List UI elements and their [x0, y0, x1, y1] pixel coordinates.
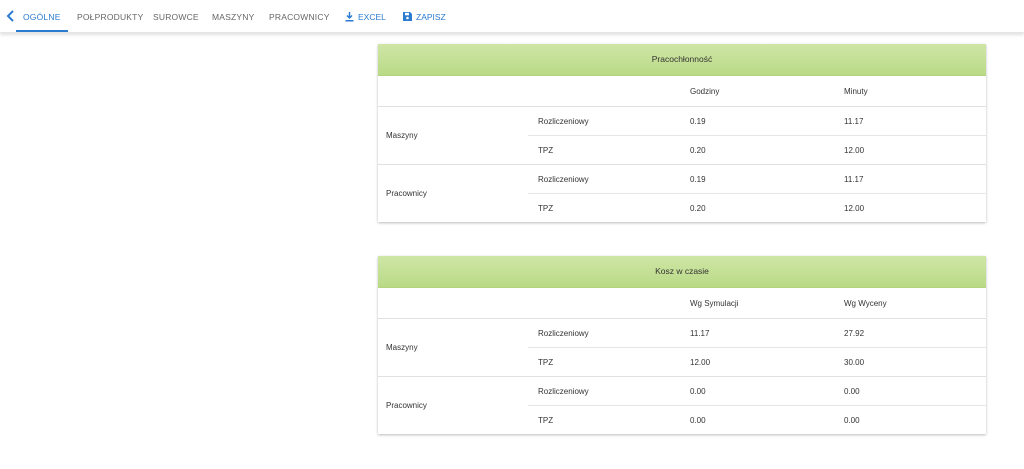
group-maszyny: Maszyny Rozliczeniowy 11.17 27.92 TPZ 12… — [378, 319, 986, 377]
group-maszyny: Maszyny Rozliczeniowy 0.19 11.17 TPZ 0.2… — [378, 107, 986, 165]
save-button[interactable]: ZAPISZ — [403, 0, 458, 32]
value-wg-symulacji: 0.00 — [690, 387, 706, 396]
active-tab-indicator — [16, 30, 68, 32]
value-godziny: 0.19 — [690, 117, 706, 126]
value-minuty: 11.17 — [844, 175, 864, 184]
row-type: TPZ — [538, 146, 554, 155]
tab-surowce[interactable]: SUROWCE — [153, 0, 199, 32]
tab-polprodukty[interactable]: POŁPRODUKTY — [77, 0, 143, 32]
row-type: TPZ — [538, 416, 554, 425]
value-minuty: 12.00 — [844, 204, 865, 213]
row-type: Rozliczeniowy — [538, 387, 589, 396]
chevron-left-icon[interactable] — [4, 9, 18, 23]
value-wg-wyceny: 30.00 — [844, 358, 865, 367]
group-label: Pracownicy — [386, 401, 427, 410]
column-header-godziny: Godziny — [690, 87, 720, 96]
value-godziny: 0.19 — [690, 175, 706, 184]
pracochlonnosc-title: Pracochłonność — [378, 44, 986, 76]
row-type: Rozliczeniowy — [538, 175, 589, 184]
koszt-column-headers: Wg Symulacji Wg Wyceny — [378, 288, 986, 319]
group-label: Maszyny — [386, 131, 418, 140]
koszt-card: Kosz w czasie Wg Symulacji Wg Wyceny Mas… — [378, 256, 986, 434]
save-icon — [403, 12, 412, 21]
row-divider — [528, 347, 986, 348]
group-pracownicy: Pracownicy Rozliczeniowy 0.19 11.17 TPZ … — [378, 165, 986, 222]
column-header-wg-symulacji: Wg Symulacji — [690, 299, 739, 308]
pracochlonnosc-card: Pracochłonność Godziny Minuty Maszyny Ro… — [378, 44, 986, 222]
row-type: TPZ — [538, 358, 554, 367]
value-wg-symulacji: 0.00 — [690, 416, 706, 425]
value-godziny: 0.20 — [690, 204, 706, 213]
value-godziny: 0.20 — [690, 146, 706, 155]
row-type: TPZ — [538, 204, 554, 213]
koszt-title: Kosz w czasie — [378, 256, 986, 288]
excel-label: EXCEL — [358, 12, 386, 22]
save-label: ZAPISZ — [416, 12, 446, 22]
row-type: Rozliczeniowy — [538, 329, 589, 338]
value-wg-wyceny: 0.00 — [844, 387, 860, 396]
tab-maszyny[interactable]: MASZYNY — [212, 0, 255, 32]
tab-pracownicy[interactable]: PRACOWNICY — [269, 0, 330, 32]
group-label: Maszyny — [386, 343, 418, 352]
value-wg-symulacji: 11.17 — [690, 329, 710, 338]
column-header-wg-wyceny: Wg Wyceny — [844, 299, 887, 308]
excel-button[interactable]: EXCEL — [345, 0, 400, 32]
row-divider — [528, 193, 986, 194]
pracochlonnosc-column-headers: Godziny Minuty — [378, 76, 986, 107]
group-label: Pracownicy — [386, 189, 427, 198]
tab-ogolne[interactable]: OGÓLNE — [23, 0, 61, 32]
row-divider — [528, 135, 986, 136]
row-type: Rozliczeniowy — [538, 117, 589, 126]
row-divider — [528, 405, 986, 406]
value-wg-symulacji: 12.00 — [690, 358, 711, 367]
value-wg-wyceny: 0.00 — [844, 416, 860, 425]
group-pracownicy: Pracownicy Rozliczeniowy 0.00 0.00 TPZ 0… — [378, 377, 986, 434]
column-header-minuty: Minuty — [844, 87, 868, 96]
value-minuty: 11.17 — [844, 117, 864, 126]
value-minuty: 12.00 — [844, 146, 865, 155]
top-toolbar: OGÓLNE POŁPRODUKTY SUROWCE MASZYNY PRACO… — [0, 0, 1024, 33]
download-icon — [345, 12, 354, 22]
value-wg-wyceny: 27.92 — [844, 329, 865, 338]
